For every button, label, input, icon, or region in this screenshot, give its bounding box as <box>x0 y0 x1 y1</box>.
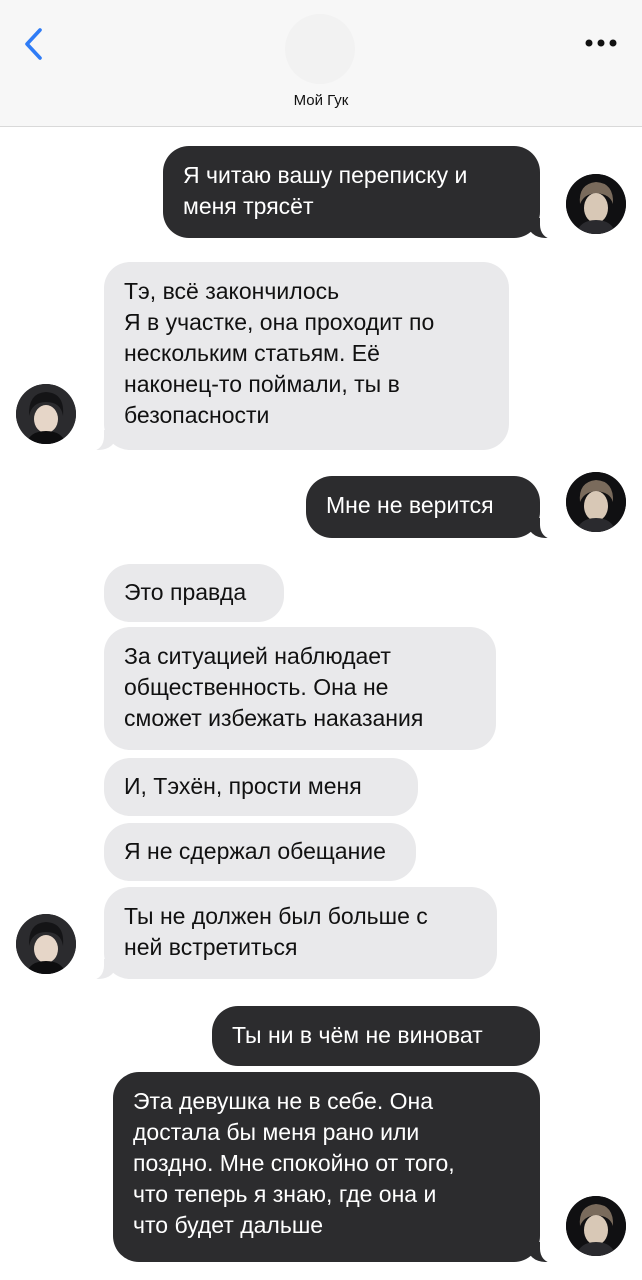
contact-avatar[interactable] <box>16 384 76 444</box>
outgoing-message[interactable]: Мне не верится <box>306 476 556 539</box>
more-options-button[interactable] <box>578 26 624 60</box>
contact-avatar-placeholder[interactable] <box>285 14 355 84</box>
outgoing-message[interactable]: Ты ни в чём не виноват <box>212 1006 540 1066</box>
chat-header: Мой Гук <box>0 0 642 127</box>
contact-avatar[interactable] <box>16 914 76 974</box>
incoming-message[interactable]: И, Тэхён, прости меня <box>104 758 418 816</box>
outgoing-message[interactable]: Я читаю вашу переписку и меня трясёт <box>163 146 556 239</box>
incoming-message[interactable]: Это правда <box>104 564 284 622</box>
incoming-message[interactable]: За ситуацией наблюдает общественность. О… <box>104 627 496 750</box>
incoming-message[interactable]: Тэ, всё закончилось Я в участке, она про… <box>88 262 509 451</box>
outgoing-message[interactable]: Эта девушка не в себе. Она достала бы ме… <box>113 1072 556 1263</box>
back-button[interactable] <box>14 22 54 66</box>
my-avatar[interactable] <box>566 472 626 532</box>
incoming-message[interactable]: Я не сдержал обещание <box>104 823 416 881</box>
contact-name[interactable]: Мой Гук <box>0 92 642 109</box>
incoming-message[interactable]: Ты не должен был больше с ней встретитьс… <box>88 887 497 980</box>
chevron-left-icon <box>25 28 42 60</box>
my-avatar[interactable] <box>566 1196 626 1256</box>
ellipsis-icon <box>585 39 617 47</box>
my-avatar[interactable] <box>566 174 626 234</box>
